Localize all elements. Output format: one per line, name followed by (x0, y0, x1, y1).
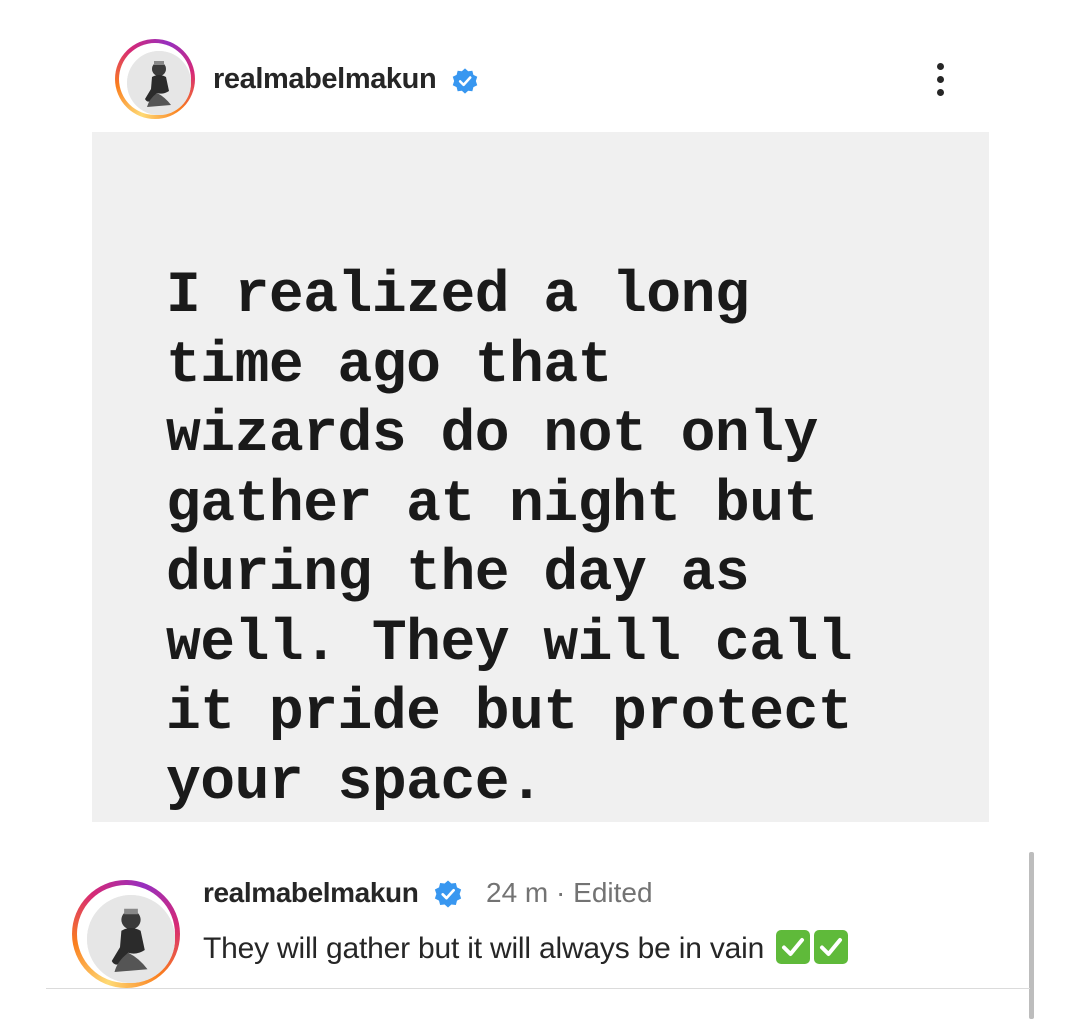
scrollbar[interactable] (1029, 852, 1034, 1019)
caption-edited-label: Edited (573, 877, 653, 908)
caption-meta: 24 m · Edited (486, 877, 653, 909)
caption-author-avatar[interactable] (72, 880, 180, 988)
verified-badge-icon (434, 880, 462, 908)
post-image[interactable]: I realized a long time ago that wizards … (92, 132, 989, 822)
profile-photo (87, 895, 175, 983)
verified-badge-icon (452, 68, 478, 94)
divider (46, 988, 1030, 989)
profile-photo (127, 51, 191, 115)
caption-text: They will gather but it will always be i… (203, 932, 765, 965)
check-mark-button-icon (776, 930, 811, 964)
caption: realmabelmakun 24 m · Edited They will g… (0, 850, 1080, 990)
more-options-icon[interactable] (920, 55, 960, 103)
caption-timestamp: 24 m (486, 877, 549, 908)
post-author-avatar[interactable] (115, 39, 195, 119)
post-author-username[interactable]: realmabelmakun (213, 63, 437, 96)
caption-author-username[interactable]: realmabelmakun (203, 877, 419, 909)
caption-text-row: They will gather but it will always be i… (203, 930, 849, 966)
post-image-quote: I realized a long time ago that wizards … (166, 264, 853, 816)
check-mark-button-icon (814, 930, 849, 964)
caption-separator: · (556, 877, 566, 908)
post-header: realmabelmakun (0, 30, 1080, 126)
